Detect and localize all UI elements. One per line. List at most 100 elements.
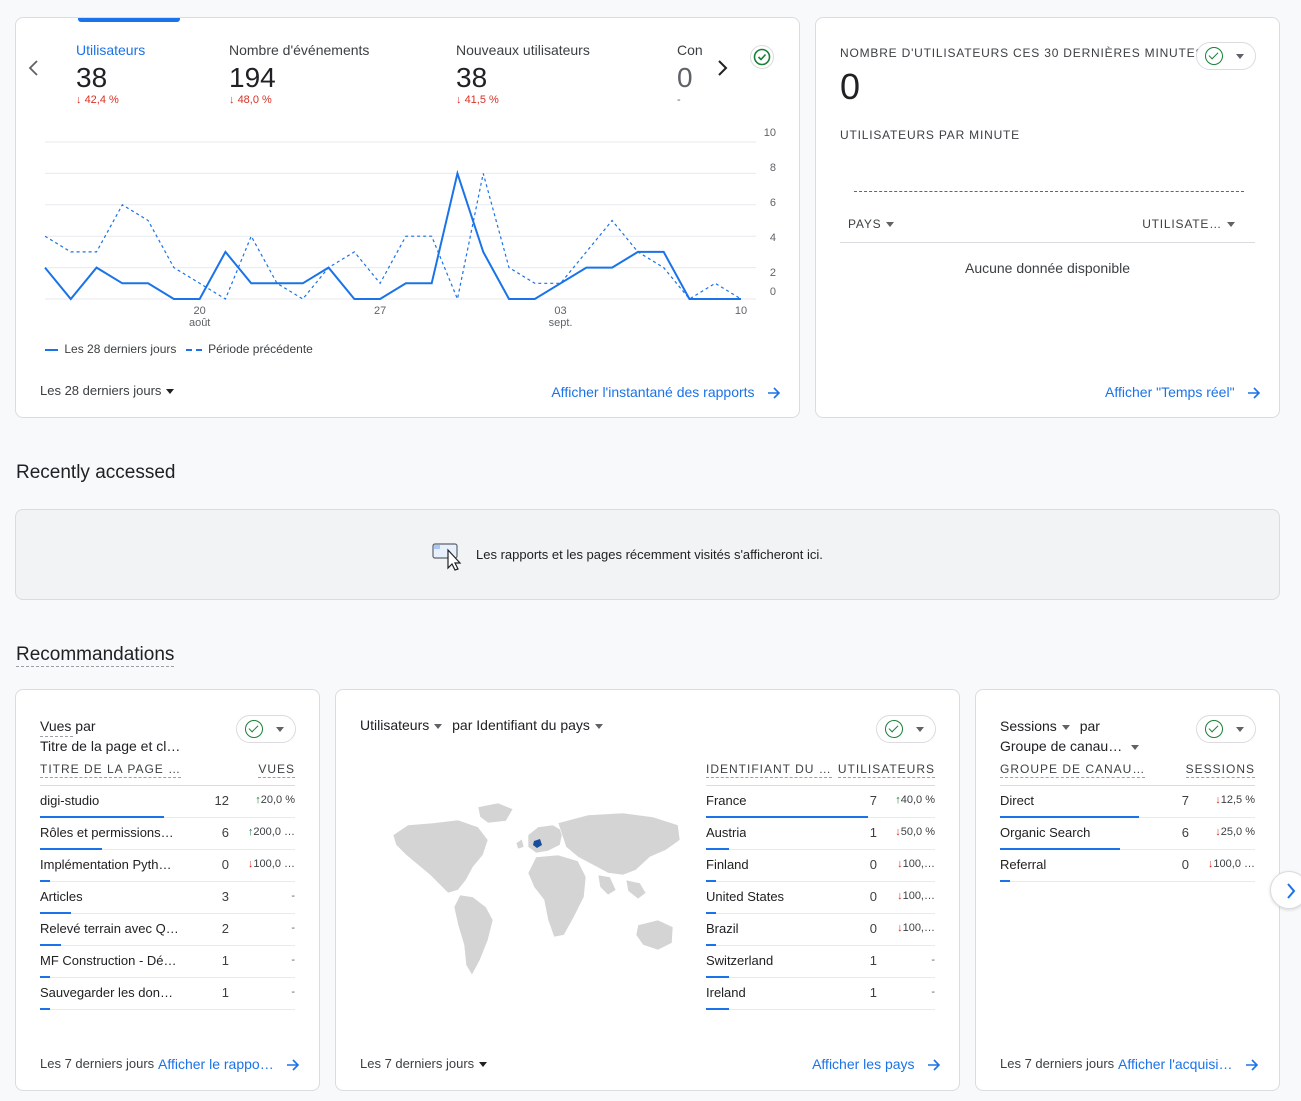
table-row[interactable]: Direct 7 ↓12,5 % [1000,786,1255,818]
row-name: Switzerland [706,953,774,968]
arrow-right-icon [768,387,781,399]
table-divider [840,242,1255,243]
table-row[interactable]: Relevé terrain avec Q… 2 - [40,914,295,946]
sessions-par: par [1079,718,1100,734]
row-delta: - [291,922,295,934]
recommendations-heading: Recommandations [16,644,175,667]
metric-selector[interactable]: Utilisateurs [360,717,443,733]
row-value: 6 [221,825,229,840]
table-row[interactable]: Ireland 1 - [706,978,935,1010]
row-name: MF Construction - Dé… [40,953,177,968]
table-row[interactable]: Referral 0 ↓100,0 … [1000,850,1255,882]
table-row[interactable]: Organic Search 6 ↓25,0 % [1000,818,1255,850]
row-delta: ↓100,0 … [247,858,295,870]
snapshot-link[interactable]: Afficher l'instantané des rapports [551,384,781,402]
row-delta: ↑20,0 % [255,794,295,806]
table-row[interactable]: Rôles et permissions… 6 ↑200,0 … [40,818,295,850]
table-row[interactable]: digi-studio 12 ↑20,0 % [40,786,295,818]
row-name: Sauvegarder les don… [40,985,173,1000]
views-col-views[interactable]: VUES [258,762,295,778]
y-tick-label: 10 [764,127,776,139]
sessions-col-sessions[interactable]: SESSIONS [1185,762,1255,778]
sessions-link[interactable]: Afficher l'acquisi… [1118,1056,1268,1074]
users-column-header[interactable]: UTILISATE… [1142,217,1235,231]
carousel-next-button[interactable] [1270,871,1301,909]
metric-value: 38 [456,62,488,93]
chevron-right-icon [1287,883,1296,899]
country-date-range-dropdown[interactable]: Les 7 derniers jours [360,1056,488,1071]
country-column-header[interactable]: PAYS [848,217,895,231]
views-report-link[interactable]: Afficher le rappo… [158,1056,308,1074]
views-col-page-title[interactable]: TITRE DE LA PAGE … [40,762,182,778]
check-circle-icon[interactable] [750,45,774,69]
table-row[interactable]: Sauvegarder les don… 1 - [40,978,295,1010]
y-tick-label: 8 [770,162,776,174]
metric-tab-conversions[interactable]: Con 0 - [677,42,717,106]
metric-delta: ↓ 42,4 % [76,94,119,106]
overview-card: Utilisateurs 38 ↓ 42,4 % Nombre d'événem… [15,17,800,418]
row-value: 0 [221,857,229,872]
table-row[interactable]: France 7 ↑40,0 % [706,786,935,818]
y-tick-label: 4 [770,232,776,244]
metric-tab-new-users[interactable]: Nouveaux utilisateurs 38 ↓ 41,5 % [456,42,656,106]
row-value: 6 [1181,825,1189,840]
caret-down-icon [594,723,603,729]
row-name: Finland [706,857,749,872]
sessions-link-label: Afficher l'acquisi… [1118,1056,1233,1072]
metric-label: Con [677,42,703,58]
table-row[interactable]: Implémentation Pyth… 0 ↓100,0 … [40,850,295,882]
row-value: 0 [869,921,877,936]
row-value: 7 [869,793,877,808]
row-share-bar [706,1008,729,1010]
country-compare-button[interactable] [876,715,936,743]
sessions-date-range: Les 7 derniers jours [1000,1056,1115,1071]
table-row[interactable]: Switzerland 1 - [706,946,935,978]
realtime-compare-button[interactable] [1196,42,1256,70]
row-value: 0 [869,857,877,872]
line-chart: 0 2 4 6 8 10 20août 27 03sept. 10 [44,127,776,329]
metric-tab-events[interactable]: Nombre d'événements 194 ↓ 48,0 % [229,42,439,106]
metric-tab-users[interactable]: Utilisateurs 38 ↓ 42,4 % [76,42,216,106]
table-row[interactable]: Austria 1 ↓50,0 % [706,818,935,850]
sessions-compare-button[interactable] [1196,715,1256,743]
table-row[interactable]: United States 0 ↓100,… [706,882,935,914]
row-name: Brazil [706,921,739,936]
table-row[interactable]: Articles 3 - [40,882,295,914]
table-row[interactable]: Brazil 0 ↓100,… [706,914,935,946]
dimension-selector[interactable]: Groupe de canau… [1000,736,1140,756]
chevron-right-icon[interactable] [714,58,730,78]
caret-down-icon [1236,54,1244,59]
date-range-dropdown[interactable]: Les 28 derniers jours [40,383,175,398]
row-name: Implémentation Pyth… [40,857,172,872]
y-tick-label: 2 [770,267,776,279]
caret-down-icon [1236,727,1244,732]
realtime-link[interactable]: Afficher "Temps réel" [1105,384,1261,402]
dimension-selector[interactable]: par Identifiant du pays [452,717,603,733]
row-name: digi-studio [40,793,100,808]
metric-selector[interactable]: Sessions [1000,718,1070,734]
chevron-left-icon[interactable] [26,58,42,78]
country-link[interactable]: Afficher les pays [812,1056,941,1074]
metric-value: 38 [76,62,108,93]
recently-accessed-panel: Les rapports et les pages récemment visi… [15,509,1280,600]
views-title-metric: Vues par [40,718,96,734]
table-row[interactable]: Finland 0 ↓100,… [706,850,935,882]
legend-solid-swatch [45,348,58,351]
recently-accessed-message: Les rapports et les pages récemment visi… [476,547,823,562]
caret-down-icon [1227,222,1235,228]
row-name: France [706,793,747,808]
country-col-id[interactable]: IDENTIFIANT DU … [706,762,832,778]
views-compare-button[interactable] [236,715,296,743]
views-report-link-label: Afficher le rappo… [158,1056,274,1072]
world-map [392,802,681,976]
row-name: Referral [1000,857,1047,872]
per-minute-label: UTILISATEURS PAR MINUTE [840,128,1020,142]
row-value: 12 [214,793,229,808]
country-col-users[interactable]: UTILISATEURS [837,762,935,778]
sessions-col-channel[interactable]: GROUPE DE CANAU… [1000,762,1146,778]
table-row[interactable]: MF Construction - Dé… 1 - [40,946,295,978]
y-tick-label: 6 [770,197,776,209]
row-delta: - [931,986,935,998]
row-delta: ↓12,5 % [1215,794,1255,806]
row-delta: ↑40,0 % [895,794,935,806]
